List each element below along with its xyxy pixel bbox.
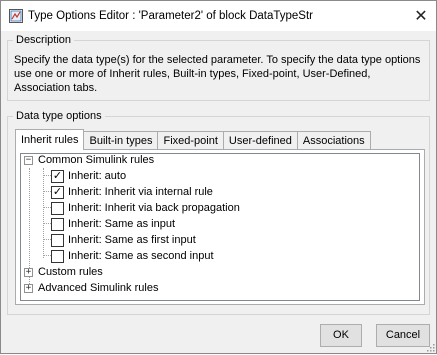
expand-icon[interactable]: +	[24, 283, 33, 293]
window-title: Type Options Editor : 'Parameter2' of bl…	[28, 10, 313, 22]
tree-item-label: Inherit: Same as input	[68, 218, 176, 230]
checkbox[interactable]	[51, 201, 64, 215]
tab-fixed-point[interactable]: Fixed-point	[157, 131, 224, 150]
tree-connector	[43, 255, 51, 256]
ok-button[interactable]: OK	[320, 324, 362, 347]
dialog-window: Type Options Editor : 'Parameter2' of bl…	[0, 0, 437, 354]
checkbox[interactable]: ✓	[51, 169, 64, 183]
tree-connector	[43, 168, 44, 258]
tab-associations[interactable]: Associations	[296, 131, 371, 150]
inherit-rules-panel: − Common Simulink rules ✓ Inherit: auto …	[15, 149, 425, 305]
tree-node-custom-rules[interactable]: + Custom rules	[24, 264, 103, 280]
tree-connector	[43, 191, 51, 192]
tree-item-inherit-auto[interactable]: ✓ Inherit: auto	[51, 168, 126, 184]
title-bar[interactable]: Type Options Editor : 'Parameter2' of bl…	[1, 1, 436, 31]
block-editor-icon	[9, 9, 23, 23]
tab-bar: Inherit rules Built-in types Fixed-point…	[15, 129, 371, 150]
collapse-icon[interactable]: −	[24, 155, 33, 165]
tree-item-same-as-first-input[interactable]: Inherit: Same as first input	[51, 232, 196, 248]
tree-connector	[43, 175, 51, 176]
tree-item-label: Inherit: Inherit via back propagation	[68, 202, 240, 214]
tree-item-inherit-internal-rule[interactable]: ✓ Inherit: Inherit via internal rule	[51, 184, 213, 200]
tree-node-advanced-simulink-rules[interactable]: + Advanced Simulink rules	[24, 280, 158, 296]
tree-node-label: Common Simulink rules	[38, 154, 155, 166]
checkbox[interactable]	[51, 233, 64, 247]
tab-inherit-rules[interactable]: Inherit rules	[15, 129, 85, 150]
description-text: Specify the data type(s) for the selecte…	[14, 54, 421, 94]
checkbox[interactable]: ✓	[51, 185, 64, 199]
tree-connector	[43, 223, 51, 224]
tree-node-common-simulink-rules[interactable]: − Common Simulink rules	[24, 152, 154, 168]
tree-node-label: Advanced Simulink rules	[38, 282, 159, 294]
rules-tree[interactable]: − Common Simulink rules ✓ Inherit: auto …	[20, 153, 420, 301]
tree-item-same-as-input[interactable]: Inherit: Same as input	[51, 216, 175, 232]
tree-item-label: Inherit: auto	[68, 170, 127, 182]
expand-icon[interactable]: +	[24, 267, 33, 277]
tab-built-in-types[interactable]: Built-in types	[83, 131, 159, 150]
description-legend: Description	[13, 34, 75, 46]
cancel-button[interactable]: Cancel	[376, 324, 430, 347]
tree-item-label: Inherit: Inherit via internal rule	[68, 186, 213, 198]
tab-user-defined[interactable]: User-defined	[222, 131, 298, 150]
tree-node-label: Custom rules	[38, 266, 103, 278]
data-type-options-legend: Data type options	[13, 110, 105, 122]
tree-item-label: Inherit: Same as first input	[68, 234, 196, 246]
tree-item-same-as-second-input[interactable]: Inherit: Same as second input	[51, 248, 214, 264]
tree-item-label: Inherit: Same as second input	[68, 250, 214, 262]
checkbox[interactable]	[51, 249, 64, 263]
resize-grip-icon[interactable]	[425, 342, 435, 352]
close-icon: ✕	[414, 8, 428, 25]
tree-connector	[43, 239, 51, 240]
tree-item-inherit-back-propagation[interactable]: Inherit: Inherit via back propagation	[51, 200, 240, 216]
checkbox[interactable]	[51, 217, 64, 231]
close-button[interactable]: ✕	[406, 1, 436, 31]
description-group: Description Specify the data type(s) for…	[7, 34, 430, 101]
tree-connector	[43, 207, 51, 208]
